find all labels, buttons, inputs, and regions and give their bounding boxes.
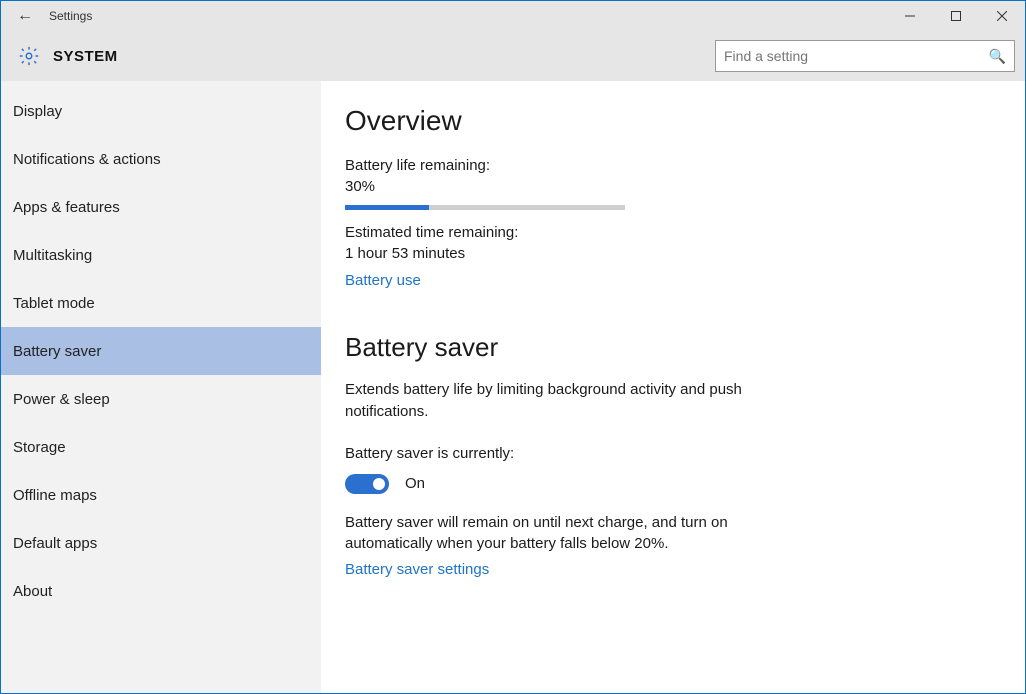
minimize-icon bbox=[905, 11, 915, 21]
back-arrow-icon: ← bbox=[17, 7, 33, 25]
battery-progress-fill bbox=[345, 205, 429, 210]
battery-saver-description: Extends battery life by limiting backgro… bbox=[345, 379, 775, 423]
battery-saver-remain-text: Battery saver will remain on until next … bbox=[345, 512, 775, 556]
est-time-value: 1 hour 53 minutes bbox=[345, 245, 985, 262]
content-pane: Overview Battery life remaining: 30% Est… bbox=[321, 81, 1025, 693]
sidebar-item-multitasking[interactable]: Multitasking bbox=[1, 231, 321, 279]
battery-saver-toggle-row: On bbox=[345, 474, 985, 494]
battery-saver-toggle-state: On bbox=[405, 475, 425, 492]
sidebar-item-power-sleep[interactable]: Power & sleep bbox=[1, 375, 321, 423]
close-button[interactable] bbox=[979, 1, 1025, 31]
settings-gear-icon[interactable] bbox=[5, 36, 53, 76]
battery-saver-settings-link[interactable]: Battery saver settings bbox=[345, 561, 489, 578]
titlebar: ← Settings bbox=[1, 1, 1025, 31]
maximize-button[interactable] bbox=[933, 1, 979, 31]
search-box[interactable]: 🔍 bbox=[715, 40, 1015, 72]
body: Display Notifications & actions Apps & f… bbox=[1, 81, 1025, 693]
battery-life-value: 30% bbox=[345, 178, 985, 195]
back-button[interactable]: ← bbox=[1, 1, 49, 31]
window-controls bbox=[887, 1, 1025, 31]
sidebar-item-offline-maps[interactable]: Offline maps bbox=[1, 471, 321, 519]
battery-saver-toggle[interactable] bbox=[345, 474, 389, 494]
overview-heading: Overview bbox=[345, 105, 985, 137]
sidebar-item-battery-saver[interactable]: Battery saver bbox=[1, 327, 321, 375]
est-time-label: Estimated time remaining: bbox=[345, 224, 985, 241]
battery-saver-heading: Battery saver bbox=[345, 332, 985, 363]
sidebar-item-tablet-mode[interactable]: Tablet mode bbox=[1, 279, 321, 327]
sidebar-item-display[interactable]: Display bbox=[1, 87, 321, 135]
window-title: Settings bbox=[49, 9, 92, 23]
sidebar-item-apps-features[interactable]: Apps & features bbox=[1, 183, 321, 231]
close-icon bbox=[997, 11, 1007, 21]
sidebar: Display Notifications & actions Apps & f… bbox=[1, 81, 321, 693]
section-title: SYSTEM bbox=[53, 48, 118, 65]
search-input[interactable] bbox=[724, 48, 989, 64]
battery-progress-bar bbox=[345, 205, 625, 210]
header: SYSTEM 🔍 bbox=[1, 31, 1025, 81]
sidebar-item-storage[interactable]: Storage bbox=[1, 423, 321, 471]
sidebar-item-notifications[interactable]: Notifications & actions bbox=[1, 135, 321, 183]
gear-icon bbox=[18, 45, 40, 67]
minimize-button[interactable] bbox=[887, 1, 933, 31]
battery-use-link[interactable]: Battery use bbox=[345, 272, 421, 289]
battery-life-label: Battery life remaining: bbox=[345, 157, 985, 174]
search-icon: 🔍 bbox=[989, 48, 1006, 65]
battery-saver-currently-label: Battery saver is currently: bbox=[345, 445, 985, 462]
sidebar-item-about[interactable]: About bbox=[1, 567, 321, 615]
sidebar-item-default-apps[interactable]: Default apps bbox=[1, 519, 321, 567]
toggle-thumb bbox=[373, 478, 385, 490]
maximize-icon bbox=[951, 11, 961, 21]
